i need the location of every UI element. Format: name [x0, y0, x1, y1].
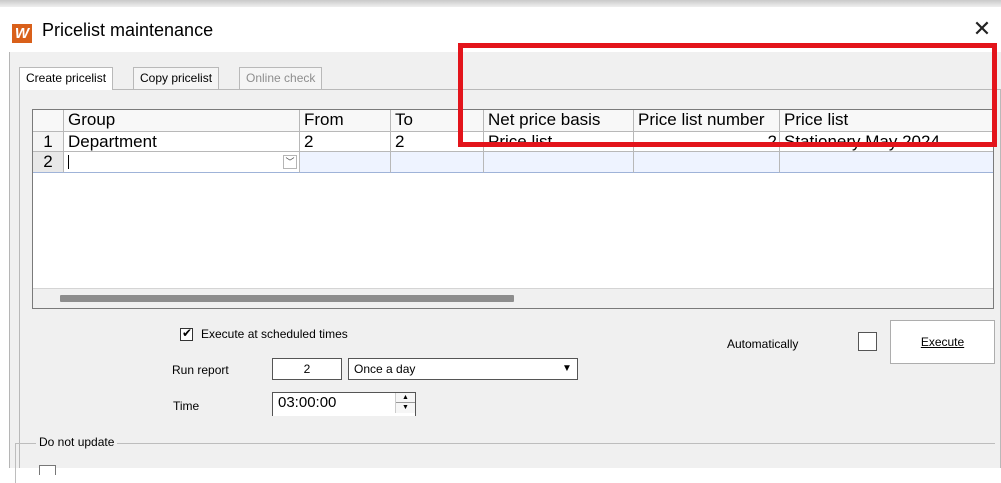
automatically-checkbox[interactable] [858, 332, 877, 351]
header-rownum [33, 110, 64, 132]
execute-scheduled-checkbox[interactable] [180, 326, 193, 341]
text-caret [68, 155, 69, 169]
execute-scheduled-label: Execute at scheduled times [201, 327, 348, 341]
do-not-update-checkbox[interactable] [39, 465, 56, 475]
close-icon[interactable]: ✕ [970, 17, 994, 41]
time-value: 03:00:00 [278, 394, 337, 411]
chevron-down-icon[interactable]: ﹀ [283, 155, 297, 169]
header-to[interactable]: To [391, 110, 484, 132]
window-title: Pricelist maintenance [42, 20, 214, 40]
row-number[interactable]: 1 [33, 132, 64, 152]
table-row[interactable]: 1 Department 2 2 Price list 2 Stationery… [33, 132, 993, 152]
row-number[interactable]: 2 [33, 152, 64, 173]
cell-net-price-basis[interactable]: Price list [484, 132, 634, 152]
header-price-list[interactable]: Price list [780, 110, 993, 132]
cell-from[interactable] [300, 152, 391, 173]
header-group[interactable]: Group [64, 110, 300, 132]
automatically-label: Automatically [727, 337, 799, 351]
table-row[interactable]: 2 ﹀ [33, 152, 993, 173]
frequency-selected-value: Once a day [354, 362, 416, 376]
run-report-label: Run report [172, 363, 229, 377]
tab-copy-pricelist[interactable]: Copy pricelist [133, 67, 220, 89]
horizontal-scrollbar[interactable] [33, 288, 993, 308]
tab-online-check: Online check [239, 67, 323, 89]
time-spinner[interactable]: ▲ ▼ [395, 393, 415, 413]
grid-header-row: Group From To Net price basis Price list… [33, 110, 993, 132]
dropdown-arrow-icon[interactable]: ▼ [559, 361, 575, 377]
cell-net-price-basis[interactable] [484, 152, 634, 173]
do-not-update-group [15, 443, 995, 483]
cell-from[interactable]: 2 [300, 132, 391, 152]
execute-button-label: Execute [920, 335, 965, 349]
run-report-input[interactable]: 2 [272, 358, 342, 380]
header-net-price-basis[interactable]: Net price basis [484, 110, 634, 132]
time-label: Time [173, 399, 200, 413]
scrollbar-thumb[interactable] [60, 295, 514, 302]
header-price-list-number[interactable]: Price list number [634, 110, 780, 132]
tab-create-pricelist[interactable]: Create pricelist [19, 67, 114, 90]
title-bar: W Pricelist maintenance ✕ [0, 7, 1001, 52]
spin-down-icon[interactable]: ▼ [396, 403, 415, 413]
frequency-select[interactable]: Once a day ▼ [348, 358, 578, 380]
cell-price-list[interactable]: Stationery May 2024 [780, 132, 993, 152]
cell-to[interactable]: 2 [391, 132, 484, 152]
cell-price-list[interactable] [780, 152, 993, 173]
header-from[interactable]: From [300, 110, 391, 132]
create-pricelist-panel: Group From To Net price basis Price list… [19, 89, 1001, 468]
cell-price-list-number[interactable] [634, 152, 780, 173]
cell-price-list-number[interactable]: 2 [634, 132, 780, 152]
spin-up-icon[interactable]: ▲ [396, 393, 415, 403]
time-input[interactable]: 03:00:00 ▲ ▼ [272, 392, 416, 416]
cell-to[interactable] [391, 152, 484, 173]
execute-button[interactable]: Execute [890, 320, 995, 364]
dialog-body: Create pricelist Copy pricelist Online c… [9, 52, 1001, 483]
cell-group-editor[interactable]: ﹀ [64, 152, 300, 173]
app-logo-icon: W [12, 24, 32, 43]
pricelist-grid[interactable]: Group From To Net price basis Price list… [32, 109, 994, 309]
do-not-update-legend: Do not update [36, 435, 118, 449]
background-strip [0, 0, 1001, 7]
cell-group[interactable]: Department [64, 132, 300, 152]
